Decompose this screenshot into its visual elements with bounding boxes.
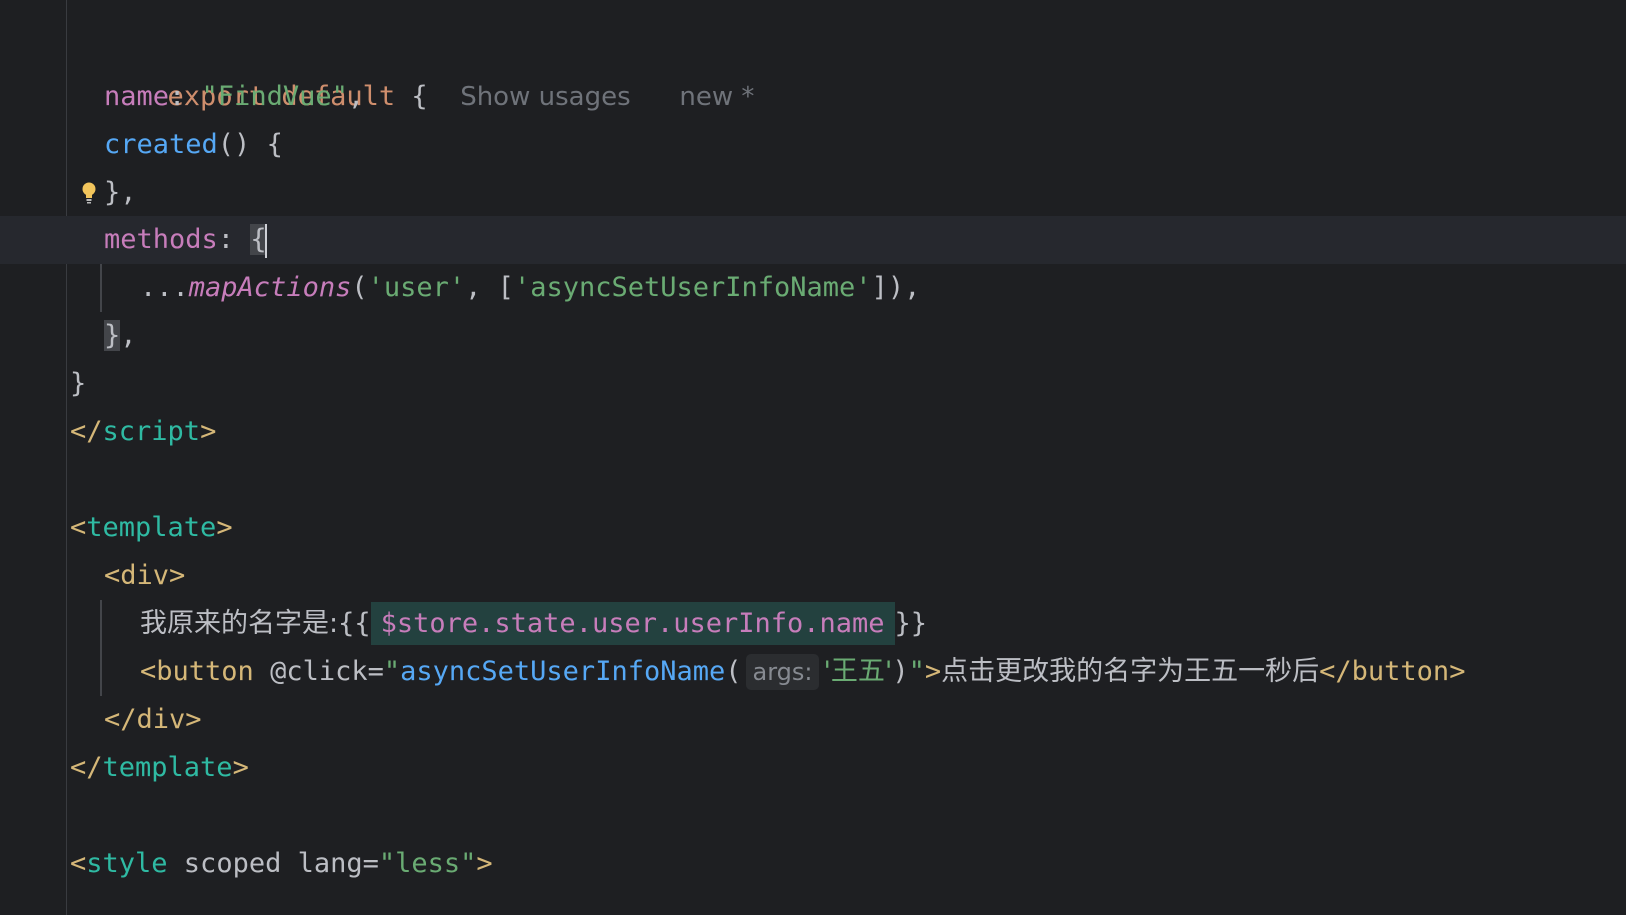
string-arg: '王五': [823, 656, 893, 687]
tag-bracket: <: [104, 560, 121, 591]
tag-bracket: >: [924, 656, 942, 687]
close-paren: ]),: [871, 272, 921, 303]
tag-bracket: </: [1319, 656, 1352, 687]
function-mapActions: mapActions: [188, 272, 352, 303]
colon: :: [169, 81, 202, 112]
function-call: asyncSetUserInfoName: [400, 656, 726, 687]
tag-bracket: >: [232, 752, 249, 783]
quote: ": [383, 656, 401, 687]
code-line-14[interactable]: <button @click="asyncSetUserInfoName(arg…: [0, 648, 1626, 696]
tag-bracket: >: [476, 848, 493, 879]
code-line-6[interactable]: ...mapActions('user', ['asyncSetUserInfo…: [0, 264, 1626, 312]
close-paren: ): [892, 656, 909, 687]
attribute-click: @click=: [253, 656, 384, 687]
code-line-15[interactable]: </div>: [0, 696, 1626, 744]
closing-brace: },: [104, 177, 137, 208]
code-line-5-current[interactable]: methods: {: [0, 216, 1626, 264]
text-caret: [264, 223, 267, 258]
chinese-label-text: 我原来的名字是:: [140, 608, 339, 639]
tag-name-script: script: [102, 416, 201, 447]
lightbulb-icon[interactable]: [82, 182, 96, 204]
code-line-2[interactable]: name: "FindVue",: [0, 73, 1626, 121]
open-paren: (: [725, 656, 742, 687]
tag-bracket: >: [216, 512, 233, 543]
tag-bracket: >: [200, 416, 217, 447]
tag-bracket: </: [104, 704, 137, 735]
string-arg-user: 'user': [367, 272, 466, 303]
code-line-17-empty[interactable]: [0, 792, 1626, 840]
string-arg-action: 'asyncSetUserInfoName': [513, 272, 872, 303]
code-line-11[interactable]: <template>: [0, 504, 1626, 552]
string-value: "FindVue": [201, 81, 348, 112]
mustache-close: }}: [894, 608, 928, 639]
quote: ": [908, 656, 925, 687]
code-line-7[interactable]: },: [0, 312, 1626, 360]
tag-bracket: >: [169, 560, 186, 591]
property-methods: methods: [104, 224, 218, 255]
separator: , [: [465, 272, 514, 303]
closing-brace: }: [70, 368, 87, 399]
closing-tag-button: button: [1351, 656, 1450, 687]
comma: ,: [347, 81, 365, 112]
tag-bracket: >: [1449, 656, 1466, 687]
closing-tag-template: template: [102, 752, 233, 783]
code-editor[interactable]: export default { Show usages new * name:…: [0, 0, 1626, 915]
function-params: () {: [217, 129, 283, 160]
tag-bracket: <: [70, 512, 87, 543]
code-line-13[interactable]: 我原来的名字是:{{$store.state.user.userInfo.nam…: [0, 600, 1626, 648]
code-line-18[interactable]: <style scoped lang="less">: [0, 840, 1626, 888]
colon: :: [217, 224, 251, 255]
code-line-3[interactable]: created() {: [0, 121, 1626, 169]
parameter-hint: args:: [745, 654, 820, 690]
mustache-open: {{: [338, 608, 371, 639]
function-created: created: [104, 129, 218, 160]
property-name: name: [104, 81, 170, 112]
code-line-1[interactable]: export default { Show usages new *: [0, 25, 1626, 112]
code-line-8[interactable]: }: [0, 360, 1626, 408]
tag-name-button: button: [156, 656, 254, 687]
spread-operator: ...: [140, 272, 189, 303]
code-line-10-empty[interactable]: [0, 456, 1626, 504]
button-text: 点击更改我的名字为王五一秒后: [941, 656, 1320, 687]
interpolation-expression: $store.state.user.userInfo.name: [370, 602, 895, 645]
tag-bracket: </: [70, 752, 103, 783]
tag-name-template: template: [86, 512, 217, 543]
style-attributes: scoped lang=: [167, 848, 379, 879]
code-line-12[interactable]: <div>: [0, 552, 1626, 600]
code-line-16[interactable]: </template>: [0, 744, 1626, 792]
tag-name-style: style: [86, 848, 168, 879]
open-paren: (: [351, 272, 368, 303]
matched-close-brace: }: [104, 320, 121, 351]
closing-tag-div: div: [136, 704, 186, 735]
tag-bracket: <: [140, 656, 157, 687]
code-line-9[interactable]: </script>: [0, 408, 1626, 456]
tag-name-div: div: [120, 560, 170, 591]
tag-bracket: </: [70, 416, 103, 447]
attribute-value-less: "less": [378, 848, 477, 879]
comma: ,: [120, 320, 137, 351]
code-line-4[interactable]: },: [0, 169, 1626, 217]
tag-bracket: <: [70, 848, 87, 879]
tag-bracket: >: [185, 704, 202, 735]
